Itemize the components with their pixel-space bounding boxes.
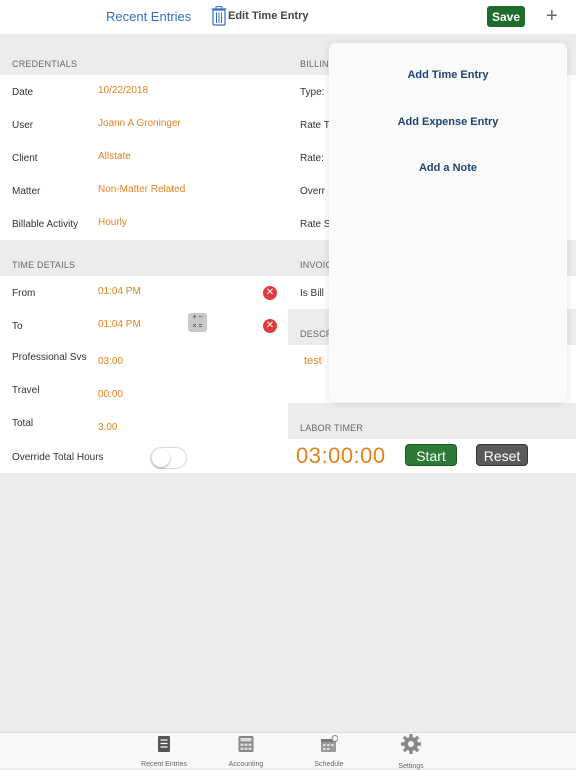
tab-settings[interactable]: Settings — [376, 734, 446, 770]
gear-icon — [401, 734, 421, 754]
total-row: Total 3.00 — [0, 408, 288, 441]
tab-accounting[interactable]: Accounting — [211, 735, 281, 768]
tab-accounting-label: Accounting — [228, 761, 264, 768]
travel-value[interactable]: 00:00 — [98, 389, 123, 400]
menu-item-add-note[interactable]: Add a Note — [329, 162, 567, 174]
matter-value[interactable]: Non-Matter Related — [98, 184, 185, 195]
list-icon — [158, 736, 170, 752]
invoice-header: INVOIC — [300, 260, 333, 270]
right-spacer — [288, 0, 576, 34]
matter-row[interactable]: Matter Non-Matter Related — [0, 174, 288, 207]
calculator-icon[interactable]: + − × = — [188, 313, 207, 332]
billing-rate-type-label: Rate T — [300, 120, 330, 131]
is-billable-label: Is Bill — [300, 288, 324, 299]
user-row[interactable]: User Joann A Groninger — [0, 108, 288, 141]
billable-activity-value[interactable]: Hourly — [98, 217, 127, 228]
billing-header: BILLIN — [300, 59, 329, 69]
clear-to-icon[interactable]: ✕ — [263, 319, 277, 333]
trash-icon[interactable] — [211, 6, 227, 26]
clear-from-icon[interactable]: ✕ — [263, 286, 277, 300]
billable-activity-row[interactable]: Billable Activity Hourly — [0, 207, 288, 240]
tab-recent-entries-label: Recent Entries — [141, 761, 187, 768]
travel-label: Travel — [12, 385, 40, 396]
tab-bar: Recent Entries Accounting Schedule Setti… — [0, 732, 576, 770]
description-value[interactable]: test — [304, 355, 322, 367]
date-row[interactable]: Date 10/22/2018 — [0, 75, 288, 108]
matter-label: Matter — [12, 186, 41, 197]
professional-svs-row[interactable]: Professional Svs 03:00 — [0, 342, 288, 375]
menu-item-add-expense-entry[interactable]: Add Expense Entry — [329, 116, 567, 128]
billable-activity-label: Billable Activity — [12, 219, 79, 230]
billing-rate-label: Rate: — [300, 153, 324, 164]
menu-item-add-time-entry[interactable]: Add Time Entry — [329, 69, 567, 81]
total-label: Total — [12, 418, 34, 429]
time-details-header: TIME DETAILS — [12, 260, 76, 270]
reset-button[interactable]: Reset — [476, 444, 528, 466]
from-value[interactable]: 01:04 PM — [98, 286, 141, 297]
billing-override-label: Overr — [300, 186, 325, 197]
total-value: 3.00 — [98, 422, 118, 433]
billing-type-label: Type: — [300, 87, 325, 98]
override-total-hours-label: Override Total Hours — [12, 452, 104, 463]
professional-svs-value[interactable]: 03:00 — [98, 356, 123, 367]
toggle-knob — [152, 449, 170, 467]
labor-timer-header: LABOR TIMER — [300, 423, 364, 433]
credentials-header: CREDENTIALS — [12, 59, 78, 69]
user-value[interactable]: Joann A Groninger — [98, 118, 181, 129]
date-value[interactable]: 10/22/2018 — [98, 85, 148, 96]
time-details-panel: From 01:04 PM ✕ To 01:04 PM + − × = ✕ Pro… — [0, 276, 288, 473]
tab-recent-entries[interactable]: Recent Entries — [129, 735, 199, 768]
to-value[interactable]: 01:04 PM — [98, 319, 141, 330]
to-row[interactable]: To 01:04 PM + − × = ✕ — [0, 309, 288, 342]
tab-settings-label: Settings — [398, 763, 424, 770]
recent-entries-back-link[interactable]: Recent Entries — [106, 9, 191, 24]
calculator-icon — [238, 736, 254, 752]
travel-row[interactable]: Travel 00:00 — [0, 375, 288, 408]
to-label: To — [12, 321, 23, 332]
credentials-panel: Date 10/22/2018 User Joann A Groninger C… — [0, 75, 288, 240]
override-total-hours-toggle[interactable] — [150, 447, 187, 469]
billing-rate-source-label: Rate S — [300, 219, 331, 230]
tab-schedule-label: Schedule — [314, 761, 344, 768]
description-header: DESCR — [300, 329, 333, 339]
override-total-hours-row: Override Total Hours — [0, 441, 288, 474]
labor-timer-bar: 03:00:00 Start Reset — [288, 439, 576, 473]
from-row[interactable]: From 01:04 PM ✕ — [0, 276, 288, 309]
professional-svs-label: Professional Svs — [12, 352, 87, 363]
client-value[interactable]: Allstate — [98, 151, 131, 162]
tab-schedule[interactable]: Schedule — [294, 735, 364, 768]
start-button[interactable]: Start — [405, 444, 457, 466]
calendar-icon — [321, 735, 339, 752]
date-label: Date — [12, 87, 34, 98]
client-label: Client — [12, 153, 38, 164]
user-label: User — [12, 120, 34, 131]
from-label: From — [12, 288, 36, 299]
labor-timer-value: 03:00:00 — [296, 443, 386, 468]
add-menu-popover: Add Time Entry Add Expense Entry Add a N… — [329, 43, 567, 402]
client-row[interactable]: Client Allstate — [0, 141, 288, 174]
